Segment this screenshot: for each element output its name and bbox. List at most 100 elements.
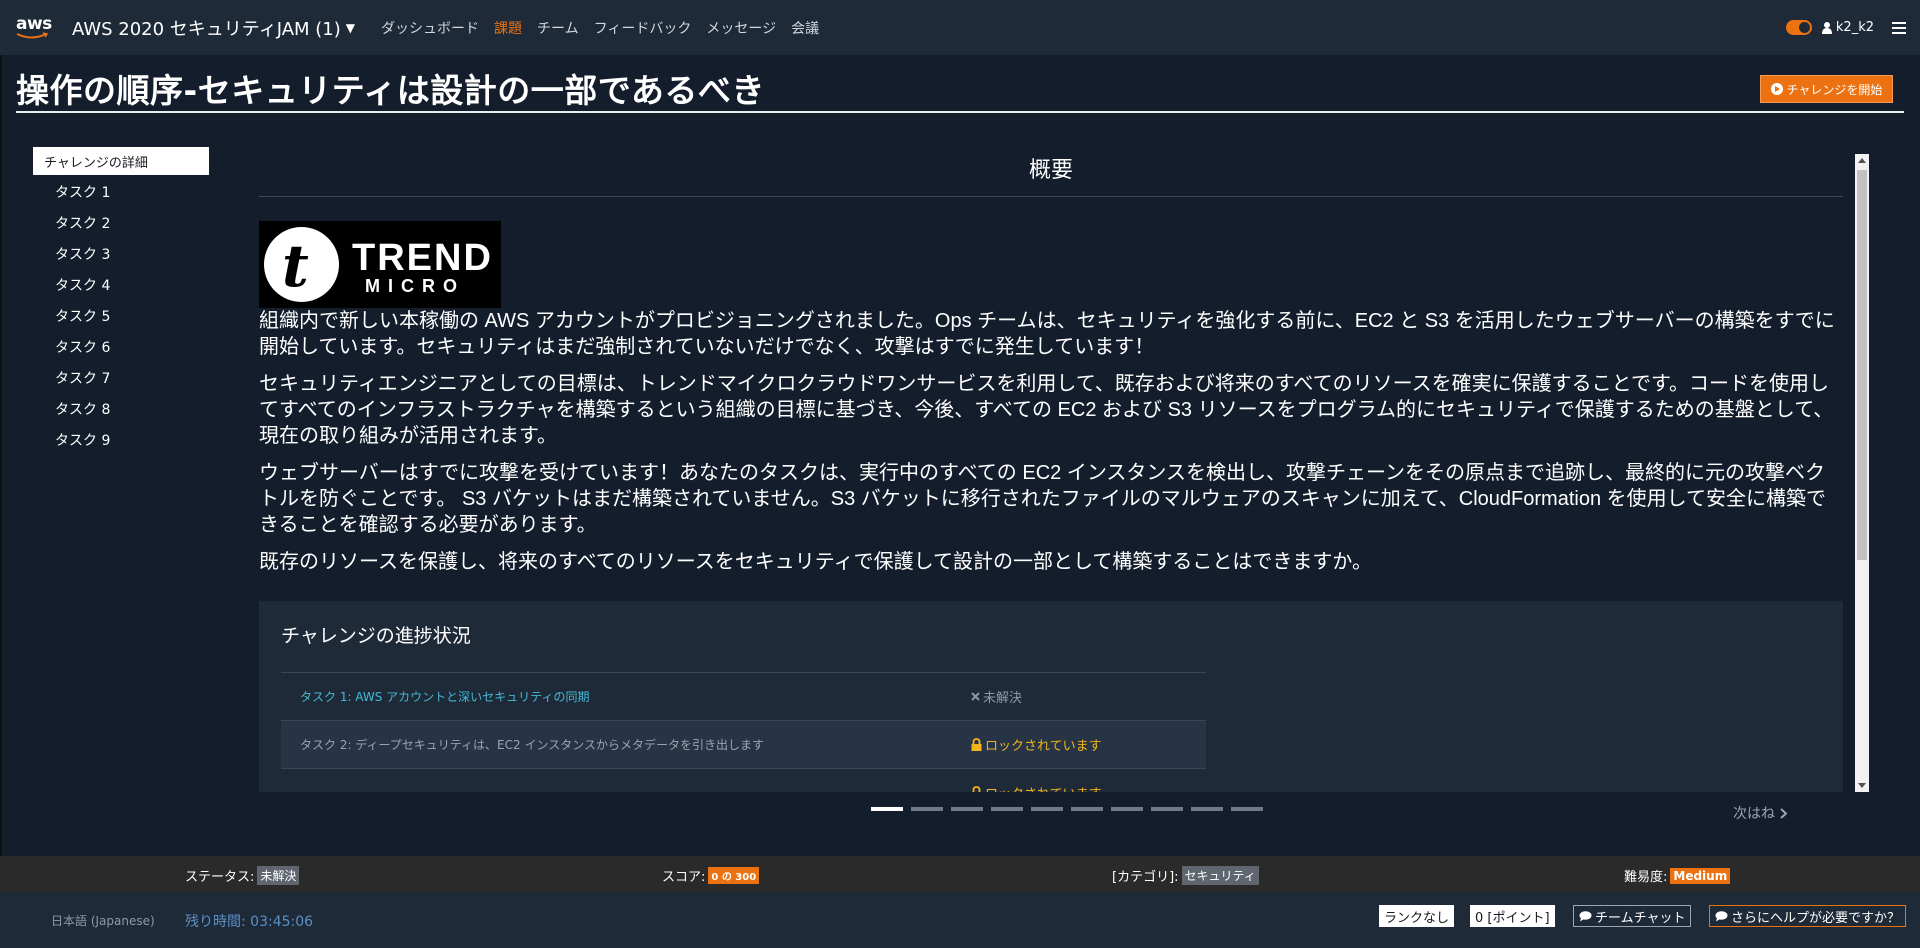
page-dot-3[interactable] — [951, 807, 983, 811]
sidebar-item-task-2[interactable]: タスク 2 — [33, 207, 209, 238]
page-dot-10[interactable] — [1231, 807, 1263, 811]
nav-meetings[interactable]: 会議 — [791, 18, 819, 38]
theme-toggle[interactable] — [1785, 20, 1812, 35]
nav-messages[interactable]: メッセージ — [706, 18, 776, 38]
status-field: ステータス: 未解決 — [185, 866, 300, 885]
page-dot-6[interactable] — [1071, 807, 1103, 811]
category-label: [カテゴリ]: — [1112, 870, 1179, 885]
user-icon — [1821, 21, 1832, 34]
nav-challenges[interactable]: 課題 — [494, 18, 522, 38]
page-indicator — [871, 807, 1271, 811]
next-label: 次はね — [1733, 806, 1775, 822]
event-name: AWS 2020 セキュリティJAM (1) — [72, 18, 341, 40]
task-3-status-text: ロックされています — [985, 783, 1102, 792]
page-dot-2[interactable] — [911, 807, 943, 811]
content-scrollbar[interactable] — [1855, 154, 1869, 792]
play-circle-icon — [1770, 83, 1783, 95]
sidebar-item-task-4[interactable]: タスク 4 — [33, 269, 209, 300]
page-dot-8[interactable] — [1151, 807, 1183, 811]
rank-badge: ランクなし — [1379, 905, 1455, 927]
next-button[interactable]: 次はね — [1733, 803, 1787, 823]
page-title: 操作の順序-セキュリティは設計の一部であるべき — [16, 71, 765, 110]
sidebar-item-task-9[interactable]: タスク 9 — [33, 424, 209, 455]
difficulty-field: 難易度: Medium — [1624, 866, 1731, 885]
sidebar-item-task-8[interactable]: タスク 8 — [33, 393, 209, 424]
page-dot-5[interactable] — [1031, 807, 1063, 811]
logo-line-2: MICRO — [365, 276, 465, 296]
hamburger-menu-icon[interactable] — [1892, 21, 1906, 34]
table-row: タスク 2: ディープセキュリティは、EC2 インスタンスからメタデータを引き出… — [281, 721, 1206, 769]
nav-dashboard[interactable]: ダッシュボード — [381, 18, 479, 38]
aws-logo-text: aws — [16, 13, 52, 34]
page-dot-4[interactable] — [991, 807, 1023, 811]
chat-bubble-icon — [1579, 910, 1592, 921]
sidebar-item-task-5[interactable]: タスク 5 — [33, 300, 209, 331]
task-1-status: 未解決 — [971, 687, 1022, 706]
task-1-link[interactable]: タスク 1: AWS アカウントと深いセキュリティの同期 — [281, 688, 971, 705]
progress-title: チャレンジの進捗状況 — [281, 625, 471, 647]
overview-divider — [259, 196, 1843, 197]
overview-paragraph-2: セキュリティエンジニアとしての目標は、トレンドマイクロクラウドワンサービスを利用… — [259, 373, 1834, 447]
points-text: 0 [ポイント] — [1475, 910, 1550, 926]
overview-heading: 概要 — [1028, 158, 1073, 183]
page-dot-9[interactable] — [1191, 807, 1223, 811]
start-challenge-label: チャレンジを開始 — [1786, 82, 1883, 97]
lock-icon — [971, 738, 982, 751]
language-selector[interactable]: 日本語 (Japanese) — [51, 912, 155, 929]
table-row: ロックされています — [281, 769, 1206, 792]
team-chat-label: チームチャット — [1595, 910, 1686, 926]
overview-paragraph-3: ウェブサーバーはすでに攻撃を受けています！あなたのタスクは、実行中のすべての E… — [259, 462, 1827, 536]
sidebar-item-task-1[interactable]: タスク 1 — [33, 176, 209, 207]
task-progress-table: タスク 1: AWS アカウントと深いセキュリティの同期 未解決 タスク 2: … — [281, 672, 1206, 792]
trend-micro-logo: t TREND MICRO — [259, 221, 501, 308]
sidebar-item-task-6[interactable]: タスク 6 — [33, 331, 209, 362]
scrollbar-thumb[interactable] — [1857, 170, 1867, 560]
score-label: スコア: — [662, 870, 706, 885]
task-2-status: ロックされています — [971, 735, 1102, 754]
challenge-status-bar: ステータス: 未解決 スコア: 0 の 300 [カテゴリ]: セキュリティ 難… — [0, 856, 1920, 892]
username: k2_k2 — [1835, 20, 1874, 35]
overview-paragraph-4: 既存のリソースを保護し、将来のすべてのリソースをセキュリティで保護して設計の一部… — [259, 551, 1372, 573]
help-button[interactable]: さらにヘルプが必要ですか？ — [1709, 905, 1907, 927]
category-badge: セキュリティ — [1181, 866, 1259, 885]
challenge-sidebar: チャレンジの詳細 タスク 1 タスク 2 タスク 3 タスク 4 タスク 5 タ… — [33, 147, 209, 455]
difficulty-badge: Medium — [1670, 867, 1731, 884]
nav-feedback[interactable]: フィードバック — [594, 18, 692, 38]
start-challenge-button[interactable]: チャレンジを開始 — [1760, 75, 1893, 103]
aws-logo[interactable]: aws — [14, 12, 56, 44]
help-label: さらにヘルプが必要ですか？ — [1731, 910, 1901, 926]
nav-team[interactable]: チーム — [537, 18, 579, 38]
category-field: [カテゴリ]: セキュリティ — [1112, 866, 1259, 885]
page-dot-1[interactable] — [871, 807, 903, 811]
aws-smile-icon — [16, 31, 49, 38]
chat-bubble-icon — [1715, 910, 1728, 921]
team-chat-button[interactable]: チームチャット — [1573, 905, 1692, 927]
rank-text: ランクなし — [1384, 910, 1450, 926]
event-selector[interactable]: AWS 2020 セキュリティJAM (1) ▼ — [72, 15, 355, 41]
scroll-down-arrow-icon[interactable] — [1858, 783, 1866, 788]
score-field: スコア: 0 の 300 — [662, 866, 760, 885]
chevron-right-icon — [1780, 807, 1787, 819]
task-2-name: タスク 2: ディープセキュリティは、EC2 インスタンスからメタデータを引き出… — [300, 738, 764, 752]
task-2-status-text: ロックされています — [985, 739, 1102, 754]
window-edge — [0, 0, 2, 948]
lock-icon — [972, 786, 981, 792]
scroll-up-arrow-icon[interactable] — [1858, 158, 1866, 163]
score-badge: 0 の 300 — [708, 867, 760, 884]
caret-down-icon: ▼ — [345, 20, 356, 35]
footer-bar: 日本語 (Japanese) 残り時間: 03:45:06 ランクなし 0 [ポ… — [0, 892, 1920, 948]
sidebar-item-details[interactable]: チャレンジの詳細 — [33, 147, 209, 175]
main-nav: ダッシュボード 課題 チーム フィードバック メッセージ 会議 — [381, 18, 834, 38]
user-menu[interactable]: k2_k2 — [1821, 20, 1874, 35]
x-icon — [971, 692, 980, 701]
sidebar-item-task-7[interactable]: タスク 7 — [33, 362, 209, 393]
logo-line-1: TREND — [352, 237, 493, 279]
sidebar-item-task-3[interactable]: タスク 3 — [33, 238, 209, 269]
page-dot-7[interactable] — [1111, 807, 1143, 811]
top-right-controls: k2_k2 — [1785, 0, 1920, 55]
status-badge: 未解決 — [257, 866, 300, 885]
overview-paragraph-1: 組織内で新しい本稼働の AWS アカウントがプロビジョニングされました。Ops … — [259, 310, 1835, 358]
challenge-content: 概要 t TREND MICRO 組織内で新しい本稼働の AWS アカウントがプ… — [259, 150, 1843, 792]
task-3-status: ロックされています — [971, 783, 1102, 792]
time-remaining: 残り時間: 03:45:06 — [185, 914, 314, 930]
